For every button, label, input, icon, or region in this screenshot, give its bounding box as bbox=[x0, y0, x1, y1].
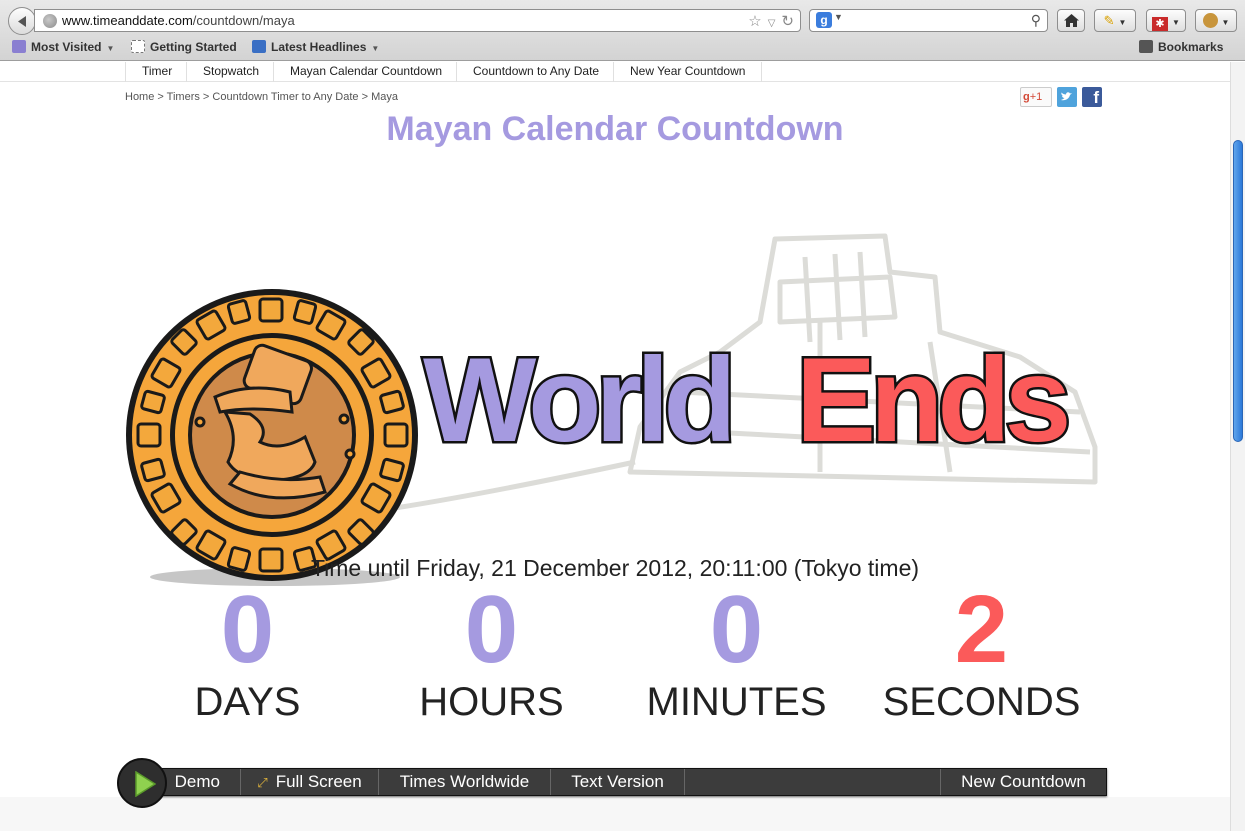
bookmark-label: Latest Headlines bbox=[271, 40, 367, 54]
chevron-down-icon: ▼ bbox=[106, 44, 115, 53]
bookmark-label: Getting Started bbox=[150, 40, 237, 54]
nav-timer[interactable]: Timer bbox=[125, 62, 188, 82]
scrollbar-thumb[interactable] bbox=[1233, 140, 1243, 442]
gplus-label: +1 bbox=[1029, 91, 1043, 103]
footer-band bbox=[0, 797, 1230, 831]
magnifier-icon[interactable]: ⚲ bbox=[1031, 12, 1041, 29]
expand-icon: ⤢ bbox=[257, 775, 268, 790]
seconds-label: SECONDS bbox=[882, 680, 1081, 724]
monkey-icon bbox=[1202, 13, 1218, 28]
reload-icon[interactable]: ↻ bbox=[781, 13, 794, 30]
globe-icon bbox=[43, 14, 57, 28]
home-button[interactable] bbox=[1057, 9, 1085, 32]
address-bar[interactable]: www.timeanddate.com/countdown/maya ☆ ▽ ↻ bbox=[34, 9, 801, 32]
breadcrumb[interactable]: Home > Timers > Countdown Timer to Any D… bbox=[125, 91, 398, 103]
history-dropdown-icon[interactable]: ▽ bbox=[768, 18, 776, 29]
twitter-icon bbox=[1061, 92, 1072, 101]
countdown-target-text: Time until Friday, 21 December 2012, 20:… bbox=[310, 555, 920, 581]
chevron-down-icon: ▼ bbox=[1172, 18, 1180, 27]
url-text: www.timeanddate.com/countdown/maya bbox=[62, 13, 295, 28]
nav-countdown-any-date[interactable]: Countdown to Any Date bbox=[456, 62, 615, 82]
facebook-icon: f bbox=[1093, 88, 1099, 107]
extension-button[interactable]: ✱ ▼ bbox=[1146, 9, 1186, 32]
countdown-control-bar: Demo ⤢ Full Screen Times Worldwide Text V… bbox=[160, 768, 1107, 796]
bookmark-most-visited[interactable]: Most Visited ▼ bbox=[12, 40, 114, 54]
bookmarks-toolbar: Most Visited ▼ Getting Started Latest Hea… bbox=[0, 37, 1245, 59]
nav-mayan-countdown[interactable]: Mayan Calendar Countdown bbox=[273, 62, 458, 82]
full-screen-button[interactable]: ⤢ Full Screen bbox=[241, 769, 379, 795]
page-icon bbox=[131, 40, 145, 53]
play-button[interactable] bbox=[117, 758, 167, 808]
minutes-value: 0 bbox=[709, 576, 764, 683]
extension-icon: ✱ bbox=[1152, 17, 1169, 31]
addon-icon: ✎ bbox=[1103, 13, 1115, 28]
countdown-seconds: 2 SECONDS bbox=[859, 582, 1104, 725]
greasemonkey-button[interactable]: ▼ bbox=[1195, 9, 1237, 32]
search-engine-dropdown-icon[interactable]: ▼ bbox=[834, 12, 843, 22]
bookmark-getting-started[interactable]: Getting Started bbox=[131, 40, 237, 54]
browser-toolbar: www.timeanddate.com/countdown/maya ☆ ▽ ↻ g… bbox=[0, 0, 1245, 61]
url-host: www.timeanddate.com bbox=[62, 13, 193, 28]
chevron-down-icon: ▼ bbox=[1118, 18, 1127, 27]
nav-new-year-countdown[interactable]: New Year Countdown bbox=[613, 62, 763, 82]
mayan-calendar-medallion-icon bbox=[126, 289, 418, 581]
minutes-label: MINUTES bbox=[646, 680, 827, 724]
full-screen-label: Full Screen bbox=[275, 772, 362, 791]
gplus-icon: g bbox=[1023, 91, 1030, 103]
back-button[interactable] bbox=[8, 7, 36, 35]
hero-word-world: World bbox=[421, 333, 740, 467]
site-nav: Timer Stopwatch Mayan Calendar Countdown… bbox=[0, 62, 1230, 82]
chevron-down-icon: ▼ bbox=[1221, 18, 1230, 27]
bookmarks-star-icon bbox=[1139, 40, 1153, 53]
hours-value: 0 bbox=[464, 576, 519, 683]
bookmark-latest-headlines[interactable]: Latest Headlines ▼ bbox=[252, 40, 379, 54]
gplus-button[interactable]: g+1 bbox=[1020, 87, 1052, 107]
days-value: 0 bbox=[220, 576, 275, 683]
demo-button[interactable]: Demo bbox=[161, 769, 241, 795]
page-content: Timer Stopwatch Mayan Calendar Countdown… bbox=[0, 62, 1230, 831]
bookmarks-menu-label: Bookmarks bbox=[1158, 40, 1224, 54]
page-scrollbar[interactable] bbox=[1230, 62, 1245, 831]
countdown-days: 0 DAYS bbox=[125, 582, 370, 725]
url-path: /countdown/maya bbox=[192, 13, 295, 28]
folder-icon bbox=[12, 40, 26, 53]
addon-button[interactable]: ✎ ▼ bbox=[1094, 9, 1136, 32]
search-bar[interactable]: g ▼ ⚲ bbox=[809, 9, 1048, 32]
play-icon bbox=[135, 771, 156, 797]
seconds-value: 2 bbox=[954, 576, 1009, 683]
twitter-button[interactable] bbox=[1057, 87, 1077, 107]
nav-stopwatch[interactable]: Stopwatch bbox=[186, 62, 275, 82]
google-icon[interactable]: g bbox=[816, 12, 832, 28]
hours-label: HOURS bbox=[419, 680, 564, 724]
home-icon bbox=[1063, 14, 1079, 27]
world-ends-banner: World Ends bbox=[120, 222, 1110, 592]
bookmark-label: Most Visited bbox=[31, 40, 102, 54]
rss-icon bbox=[252, 40, 266, 53]
days-label: DAYS bbox=[194, 680, 301, 724]
new-countdown-button[interactable]: New Countdown bbox=[940, 769, 1106, 795]
back-arrow-icon bbox=[18, 16, 26, 27]
text-version-button[interactable]: Text Version bbox=[551, 769, 685, 795]
hero-word-ends: Ends bbox=[793, 333, 1073, 467]
countdown-hours: 0 HOURS bbox=[369, 582, 614, 725]
chevron-down-icon: ▼ bbox=[371, 44, 380, 53]
facebook-button[interactable]: f bbox=[1082, 87, 1102, 107]
countdown-minutes: 0 MINUTES bbox=[614, 582, 859, 725]
bookmark-star-icon[interactable]: ☆ bbox=[748, 13, 761, 30]
times-worldwide-button[interactable]: Times Worldwide bbox=[379, 769, 551, 795]
page-title: Mayan Calendar Countdown bbox=[386, 110, 844, 148]
bookmarks-menu[interactable]: Bookmarks bbox=[1139, 40, 1223, 54]
